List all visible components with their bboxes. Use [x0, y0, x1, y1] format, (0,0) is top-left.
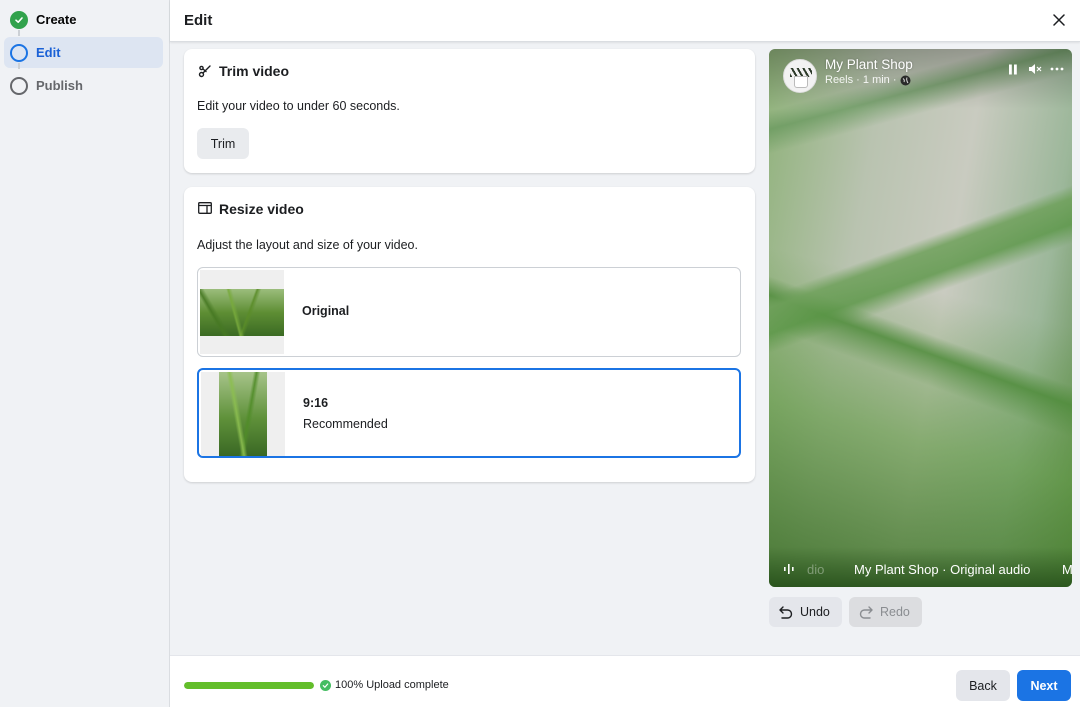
step-label: Publish — [36, 78, 83, 93]
resize-option-original[interactable]: Original — [197, 267, 741, 357]
step-label: Create — [36, 12, 77, 27]
audio-marquee-overflow: M — [1062, 562, 1072, 577]
redo-button[interactable]: Redo — [849, 597, 922, 627]
upload-status-text: 100% Upload complete — [335, 679, 449, 691]
muted-speaker-icon — [1029, 64, 1042, 74]
original-thumbnail — [200, 270, 284, 354]
trim-video-heading: Trim video — [198, 63, 289, 79]
circle-icon — [10, 76, 28, 95]
mute-button[interactable] — [1028, 62, 1042, 76]
back-button[interactable]: Back — [956, 670, 1010, 701]
preview-subtitle: Reels · 1 min · — [825, 74, 911, 86]
check-circle-icon — [10, 10, 28, 29]
resize-icon — [198, 202, 212, 216]
check-circle-icon — [320, 679, 331, 691]
upload-progress-fill — [184, 682, 314, 689]
preview-meta: Reels · 1 min · — [825, 74, 897, 86]
video-preview[interactable]: My Plant Shop Reels · 1 min · dio My Pla… — [769, 49, 1072, 587]
resize-description: Adjust the layout and size of your video… — [197, 238, 418, 252]
trim-button[interactable]: Trim — [197, 128, 249, 159]
option-sublabel: Recommended — [303, 417, 388, 431]
audio-wave-icon — [784, 564, 794, 574]
step-connector — [18, 63, 20, 69]
undo-label: Undo — [800, 605, 830, 619]
undo-button[interactable]: Undo — [769, 597, 842, 627]
option-label: Original — [302, 304, 350, 318]
step-connector — [18, 30, 20, 36]
portrait-preview-image — [219, 372, 267, 456]
more-options-button[interactable] — [1050, 62, 1064, 76]
upload-progress-bar — [184, 682, 314, 689]
scissors-icon — [198, 64, 212, 78]
redo-label: Redo — [880, 605, 910, 619]
avatar-plant-pot — [794, 76, 808, 88]
close-icon — [1053, 14, 1065, 26]
trim-description: Edit your video to under 60 seconds. — [197, 99, 400, 113]
next-button[interactable]: Next — [1017, 670, 1071, 701]
resize-title: Resize video — [219, 201, 304, 217]
undo-icon — [779, 605, 793, 619]
resize-option-9-16[interactable]: 9:16 Recommended — [197, 368, 741, 458]
trim-video-card: Trim video Edit your video to under 60 s… — [184, 49, 755, 173]
landscape-preview-image — [200, 289, 284, 336]
more-icon — [1050, 67, 1064, 71]
step-label: Edit — [36, 45, 61, 60]
trim-title: Trim video — [219, 63, 290, 79]
circle-icon — [10, 43, 28, 62]
footer: 100% Upload complete Back Next — [170, 655, 1080, 707]
resize-video-card: Resize video Adjust the layout and size … — [184, 187, 755, 482]
portrait-thumbnail — [201, 372, 285, 456]
pause-button[interactable] — [1006, 62, 1020, 76]
audio-marquee-faded: dio — [807, 562, 825, 577]
audio-marquee: My Plant Shop · Original audio — [854, 562, 1031, 577]
page-name: My Plant Shop — [825, 57, 913, 72]
upload-status: 100% Upload complete — [320, 679, 449, 691]
preview-controls — [1006, 62, 1064, 76]
avatar — [783, 59, 817, 93]
globe-icon — [900, 75, 911, 85]
redo-icon — [859, 605, 873, 619]
close-button[interactable] — [1048, 9, 1070, 31]
option-label: 9:16 — [303, 396, 329, 410]
steps-sidebar: Create Edit Publish — [0, 0, 170, 707]
step-edit[interactable]: Edit — [4, 37, 163, 68]
pause-icon — [1009, 64, 1017, 74]
page-title: Edit — [184, 12, 213, 29]
header: Edit — [170, 0, 1080, 42]
step-create[interactable]: Create — [4, 4, 163, 35]
step-publish[interactable]: Publish — [4, 70, 163, 101]
resize-video-heading: Resize video — [198, 201, 304, 217]
